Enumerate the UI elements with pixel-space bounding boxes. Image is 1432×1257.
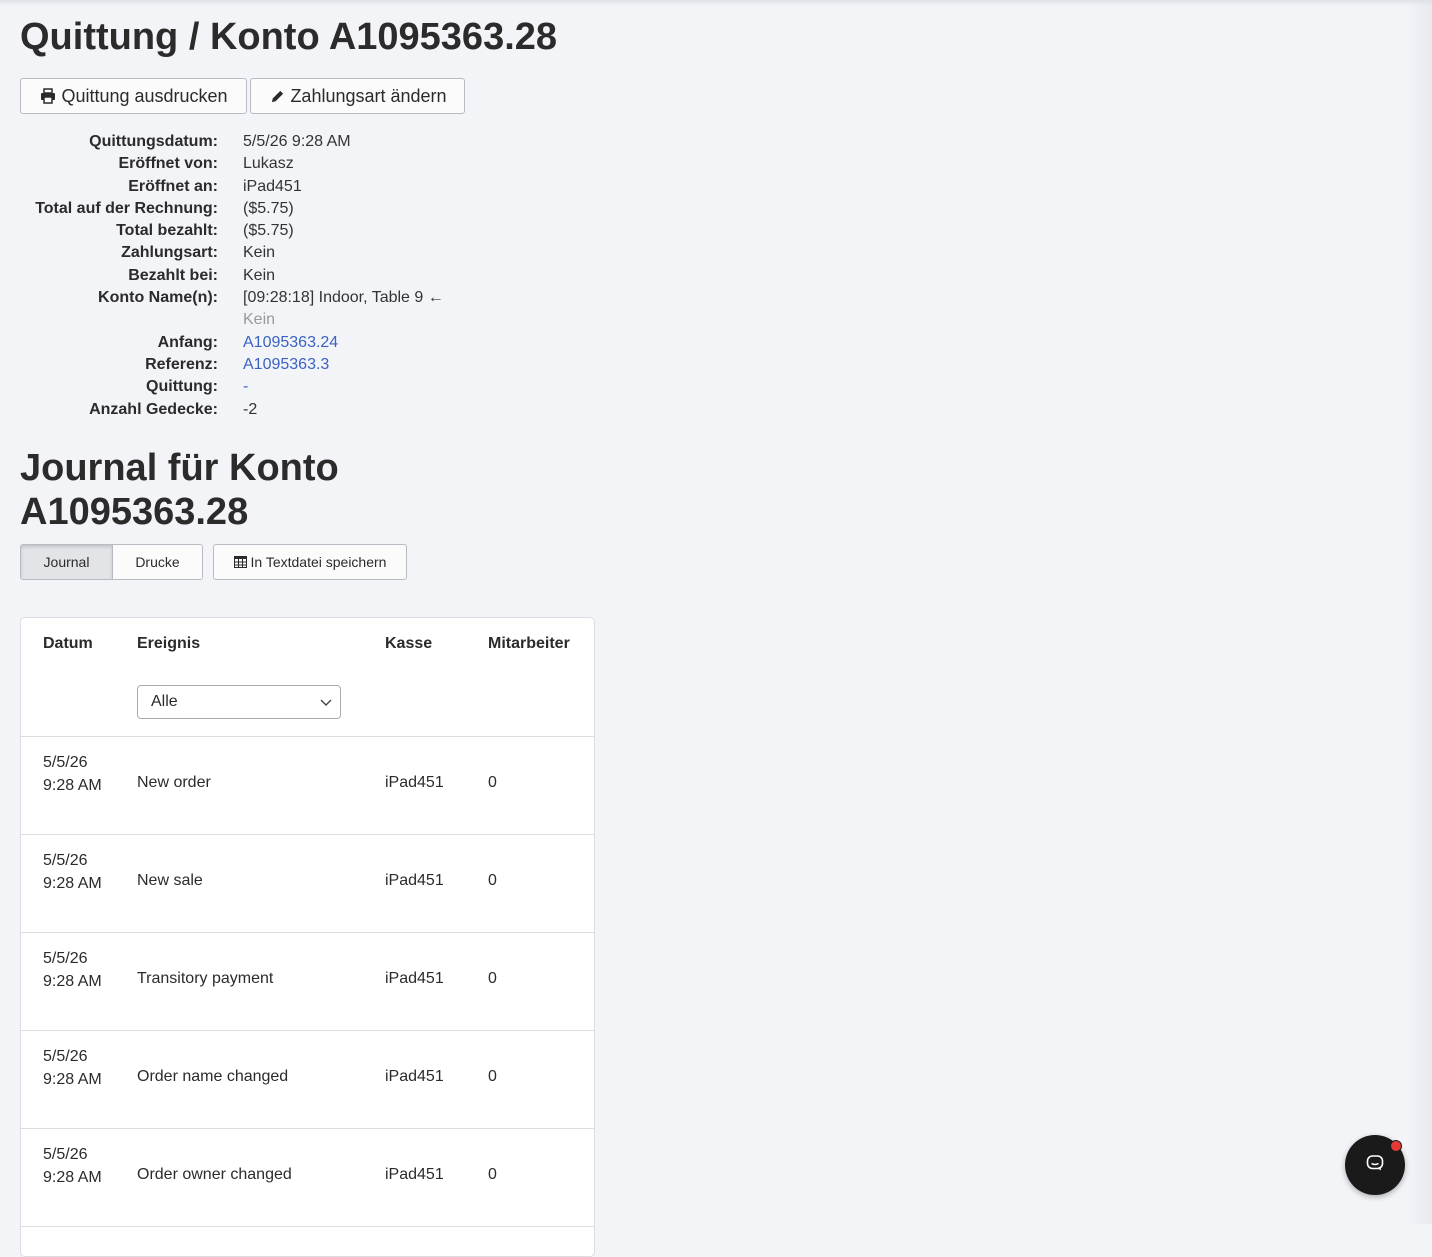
detail-row-payment-type: Zahlungsart: Kein bbox=[20, 242, 500, 264]
print-receipt-button[interactable]: Quittung ausdrucken bbox=[20, 78, 247, 114]
account-name-previous: Kein bbox=[243, 311, 276, 329]
detail-value: 5/5/26 9:28 AM bbox=[243, 133, 351, 150]
pencil-icon bbox=[268, 87, 286, 105]
tab-prints[interactable]: Drucke bbox=[113, 545, 202, 579]
detail-value: -2 bbox=[243, 400, 258, 418]
table-row[interactable]: 5/5/26 9:28 AM New sale iPad451 0 bbox=[21, 834, 594, 933]
reference-link[interactable]: A1095363.3 bbox=[243, 354, 453, 376]
row-employee: 0 bbox=[488, 970, 497, 987]
journal-title: Journal für Konto A1095363.28 bbox=[20, 447, 339, 533]
detail-row-account-names: Konto Name(n): [09:28:18] Indoor, Table 9… bbox=[20, 287, 500, 332]
detail-label: Bezahlt bei: bbox=[128, 266, 218, 284]
start-link[interactable]: A1095363.24 bbox=[243, 332, 453, 354]
top-shade bbox=[0, 0, 1432, 6]
column-employee: Mitarbeiter bbox=[488, 635, 570, 652]
account-name-text: [09:28:18] Indoor, Table 9 ← bbox=[243, 289, 444, 307]
detail-value: Kein bbox=[243, 266, 276, 284]
detail-row-covers: Anzahl Gedecke: -2 bbox=[20, 399, 500, 421]
column-event: Ereignis bbox=[137, 635, 201, 652]
detail-label: Total bezahlt: bbox=[116, 222, 218, 240]
column-register: Kasse bbox=[385, 635, 433, 652]
detail-value: Lukasz bbox=[243, 155, 294, 173]
row-employee: 0 bbox=[488, 774, 497, 791]
detail-row-invoice-total: Total auf der Rechnung: ($5.75) bbox=[20, 198, 500, 220]
detail-value: ($5.75) bbox=[243, 222, 294, 240]
row-date: 5/5/26 9:28 AM bbox=[43, 852, 102, 892]
detail-row-total-paid: Total bezahlt: ($5.75) bbox=[20, 220, 500, 242]
detail-label: Konto Name(n): bbox=[98, 289, 218, 307]
chevron-down-icon bbox=[319, 695, 333, 709]
row-register: iPad451 bbox=[385, 774, 444, 791]
detail-value: ($5.75) bbox=[243, 199, 294, 217]
save-text-file-button[interactable]: In Textdatei speichern bbox=[213, 544, 407, 580]
row-employee: 0 bbox=[488, 1166, 497, 1183]
table-header: Datum Ereignis Kasse Mitarbeiter Alle bbox=[21, 618, 594, 737]
row-register: iPad451 bbox=[385, 1166, 444, 1183]
print-receipt-label: Quittung ausdrucken bbox=[61, 85, 228, 106]
row-event: Transitory payment bbox=[137, 970, 274, 987]
detail-label: Anzahl Gedecke: bbox=[89, 400, 218, 418]
detail-row-opened-by: Eröffnet von: Lukasz bbox=[20, 153, 500, 175]
detail-row-start: Anfang: A1095363.24 bbox=[20, 332, 500, 354]
table-row[interactable]: 5/5/26 9:28 AM Order name changed iPad45… bbox=[21, 1030, 594, 1129]
table-row[interactable]: 5/5/26 9:28 AM Transitory payment iPad45… bbox=[21, 932, 594, 1031]
event-filter-value: Alle bbox=[151, 693, 178, 710]
detail-value: [09:28:18] Indoor, Table 9 ← Kein bbox=[243, 287, 453, 332]
table-row[interactable]: 5/5/26 9:28 AM New order iPad451 0 bbox=[21, 736, 594, 835]
detail-label: Quittung: bbox=[146, 378, 218, 396]
table-row[interactable]: 5/5/26 9:28 AM Order owner changed iPad4… bbox=[21, 1128, 594, 1227]
row-register: iPad451 bbox=[385, 1068, 444, 1085]
row-date: 5/5/26 9:28 AM bbox=[43, 1048, 102, 1088]
row-event: New order bbox=[137, 774, 211, 791]
receipt-link[interactable]: - bbox=[243, 376, 453, 398]
event-filter-select[interactable]: Alle bbox=[137, 685, 341, 719]
page-title: Quittung / Konto A1095363.28 bbox=[20, 16, 558, 58]
chat-launcher-button[interactable] bbox=[1345, 1135, 1405, 1195]
right-scroll-shade bbox=[1406, 0, 1432, 1224]
tab-journal[interactable]: Journal bbox=[21, 545, 113, 579]
detail-row-reference: Referenz: A1095363.3 bbox=[20, 354, 500, 376]
row-register: iPad451 bbox=[385, 872, 444, 889]
change-payment-button[interactable]: Zahlungsart ändern bbox=[250, 78, 465, 114]
notification-badge bbox=[1390, 1140, 1402, 1152]
detail-value: Kein bbox=[243, 244, 276, 262]
row-event: Order owner changed bbox=[137, 1166, 292, 1183]
detail-label: Total auf der Rechnung: bbox=[35, 199, 218, 217]
row-date: 5/5/26 9:28 AM bbox=[43, 950, 102, 990]
row-event: Order name changed bbox=[137, 1068, 289, 1085]
detail-value: iPad451 bbox=[243, 177, 302, 195]
table-icon bbox=[234, 555, 248, 569]
detail-label: Anfang: bbox=[157, 333, 218, 351]
detail-label: Eröffnet an: bbox=[128, 177, 218, 195]
row-register: iPad451 bbox=[385, 970, 444, 987]
detail-label: Referenz: bbox=[145, 355, 218, 373]
chat-icon bbox=[1365, 1153, 1385, 1178]
receipt-details: Quittungsdatum: 5/5/26 9:28 AM Eröffnet v… bbox=[20, 131, 500, 421]
detail-label: Quittungsdatum: bbox=[89, 133, 218, 150]
detail-row-date: Quittungsdatum: 5/5/26 9:28 AM bbox=[20, 131, 500, 153]
change-payment-label: Zahlungsart ändern bbox=[290, 85, 447, 106]
row-employee: 0 bbox=[488, 872, 497, 889]
column-date: Datum bbox=[43, 635, 93, 652]
detail-row-paid-at: Bezahlt bei: Kein bbox=[20, 265, 500, 287]
detail-row-opened-on: Eröffnet an: iPad451 bbox=[20, 176, 500, 198]
row-employee: 0 bbox=[488, 1068, 497, 1085]
printer-icon bbox=[39, 87, 57, 105]
detail-row-receipt: Quittung: - bbox=[20, 376, 500, 398]
journal-table: Datum Ereignis Kasse Mitarbeiter Alle 5/… bbox=[20, 617, 595, 1257]
row-date: 5/5/26 9:28 AM bbox=[43, 1146, 102, 1186]
save-text-file-label: In Textdatei speichern bbox=[250, 554, 387, 570]
detail-label: Zahlungsart: bbox=[121, 244, 218, 262]
row-event: New sale bbox=[137, 872, 203, 889]
journal-view-toggle: Journal Drucke bbox=[20, 544, 203, 580]
row-date: 5/5/26 9:28 AM bbox=[43, 754, 102, 794]
detail-label: Eröffnet von: bbox=[118, 155, 218, 173]
